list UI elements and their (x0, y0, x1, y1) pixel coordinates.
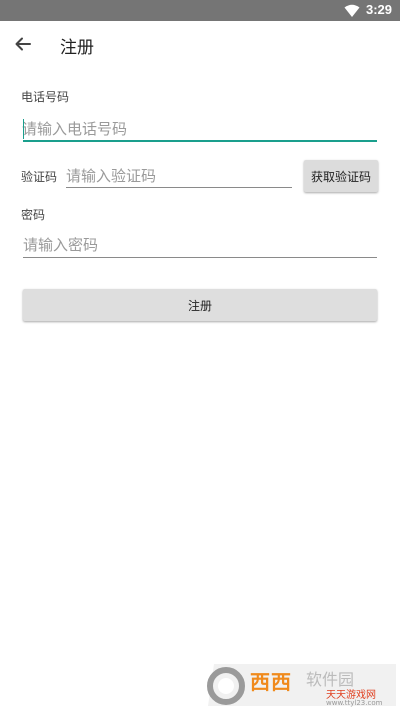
arrow-back-icon (15, 37, 31, 51)
app-bar: 注册 (0, 21, 400, 67)
password-input[interactable] (23, 233, 373, 257)
status-bar: 3:29 (0, 0, 400, 21)
status-time: 3:29 (365, 2, 392, 17)
code-underline (66, 187, 292, 188)
register-button[interactable]: 注册 (23, 289, 377, 321)
code-input[interactable] (66, 165, 290, 187)
watermark-site-url: www.ttyl23.com (326, 699, 383, 707)
wifi-icon (344, 3, 360, 22)
page-title: 注册 (60, 38, 94, 58)
get-code-button[interactable]: 获取验证码 (304, 160, 378, 192)
back-button[interactable] (10, 31, 36, 57)
phone-input[interactable] (22, 117, 372, 141)
phone-label: 电话号码 (21, 90, 70, 104)
password-label: 密码 (21, 208, 46, 222)
password-underline (23, 257, 377, 258)
code-label: 验证码 (21, 170, 58, 184)
watermark-brand: 西西 (250, 670, 292, 694)
text-cursor (23, 119, 24, 139)
phone-underline (23, 140, 377, 142)
